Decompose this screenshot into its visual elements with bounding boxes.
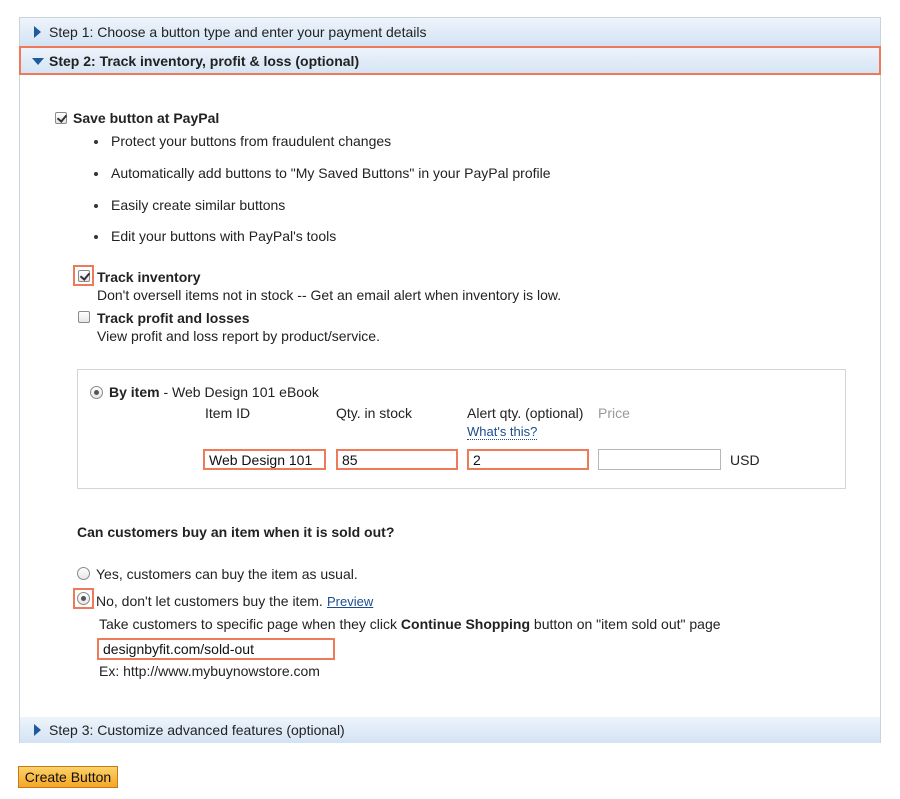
create-button[interactable]: Create Button xyxy=(18,766,118,788)
sold-out-no-label: No, don't let customers buy the item. xyxy=(96,593,323,609)
step3-label: Step 3: Customize advanced features (opt… xyxy=(49,722,345,738)
benefit-item: Protect your buttons from fraudulent cha… xyxy=(111,133,392,149)
bullet-icon xyxy=(94,140,98,144)
bullet-icon xyxy=(94,172,98,176)
whats-this-link[interactable]: What's this? xyxy=(467,424,538,440)
track-profit-checkbox[interactable] xyxy=(78,311,90,323)
step2-highlight xyxy=(19,46,881,75)
track-inventory-description: Don't oversell items not in stock -- Get… xyxy=(97,287,562,303)
instruction-prefix: Take customers to specific page when the… xyxy=(99,616,398,632)
item-id-input[interactable] xyxy=(203,449,326,470)
price-input[interactable] xyxy=(598,449,721,470)
instruction-suffix: button on "item sold out" page xyxy=(533,616,721,632)
sold-out-question: Can customers buy an item when it is sol… xyxy=(77,524,395,540)
col-price: Price xyxy=(598,405,630,421)
alert-qty-input[interactable] xyxy=(467,449,589,470)
save-button-checkbox[interactable] xyxy=(55,112,67,124)
url-example: Ex: http://www.mybuynowstore.com xyxy=(99,663,320,679)
col-alert: Alert qty. (optional) xyxy=(467,405,584,421)
instruction-bold: Continue Shopping xyxy=(400,616,531,632)
sold-out-url-input[interactable] xyxy=(97,638,335,660)
save-button-label: Save button at PayPal xyxy=(73,110,220,126)
step1-header[interactable]: Step 1: Choose a button type and enter y… xyxy=(20,18,880,46)
sold-out-yes-label: Yes, customers can buy the item as usual… xyxy=(96,566,358,582)
by-item-name: Web Design 101 eBook xyxy=(172,384,319,400)
preview-link[interactable]: Preview xyxy=(327,594,373,609)
benefit-item: Automatically add buttons to "My Saved B… xyxy=(111,165,551,181)
col-item-id: Item ID xyxy=(205,405,251,421)
by-item-heading: By item - Web Design 101 eBook xyxy=(109,384,319,400)
sold-out-no-radio[interactable] xyxy=(77,592,90,605)
benefit-item: Easily create similar buttons xyxy=(111,197,286,213)
step1-label: Step 1: Choose a button type and enter y… xyxy=(49,24,427,40)
track-inventory-label: Track inventory xyxy=(97,269,201,285)
by-item-radio[interactable] xyxy=(90,386,103,399)
benefit-item: Edit your buttons with PayPal's tools xyxy=(111,228,337,244)
track-profit-label: Track profit and losses xyxy=(97,310,250,326)
sold-out-yes-radio[interactable] xyxy=(77,567,90,580)
bullet-icon xyxy=(94,235,98,239)
by-item-label: By item xyxy=(109,384,160,400)
by-item-separator: - xyxy=(163,384,169,400)
col-qty: Qty. in stock xyxy=(336,405,412,421)
qty-input[interactable] xyxy=(336,449,458,470)
expand-arrow-icon xyxy=(34,26,41,38)
expand-arrow-icon xyxy=(34,724,41,736)
bullet-icon xyxy=(94,204,98,208)
track-profit-description: View profit and loss report by product/s… xyxy=(97,328,380,344)
step3-header[interactable]: Step 3: Customize advanced features (opt… xyxy=(20,717,880,743)
continue-shopping-instruction: Take customers to specific page when the… xyxy=(99,616,721,632)
currency-label: USD xyxy=(730,452,760,468)
track-inventory-checkbox[interactable] xyxy=(78,270,90,282)
